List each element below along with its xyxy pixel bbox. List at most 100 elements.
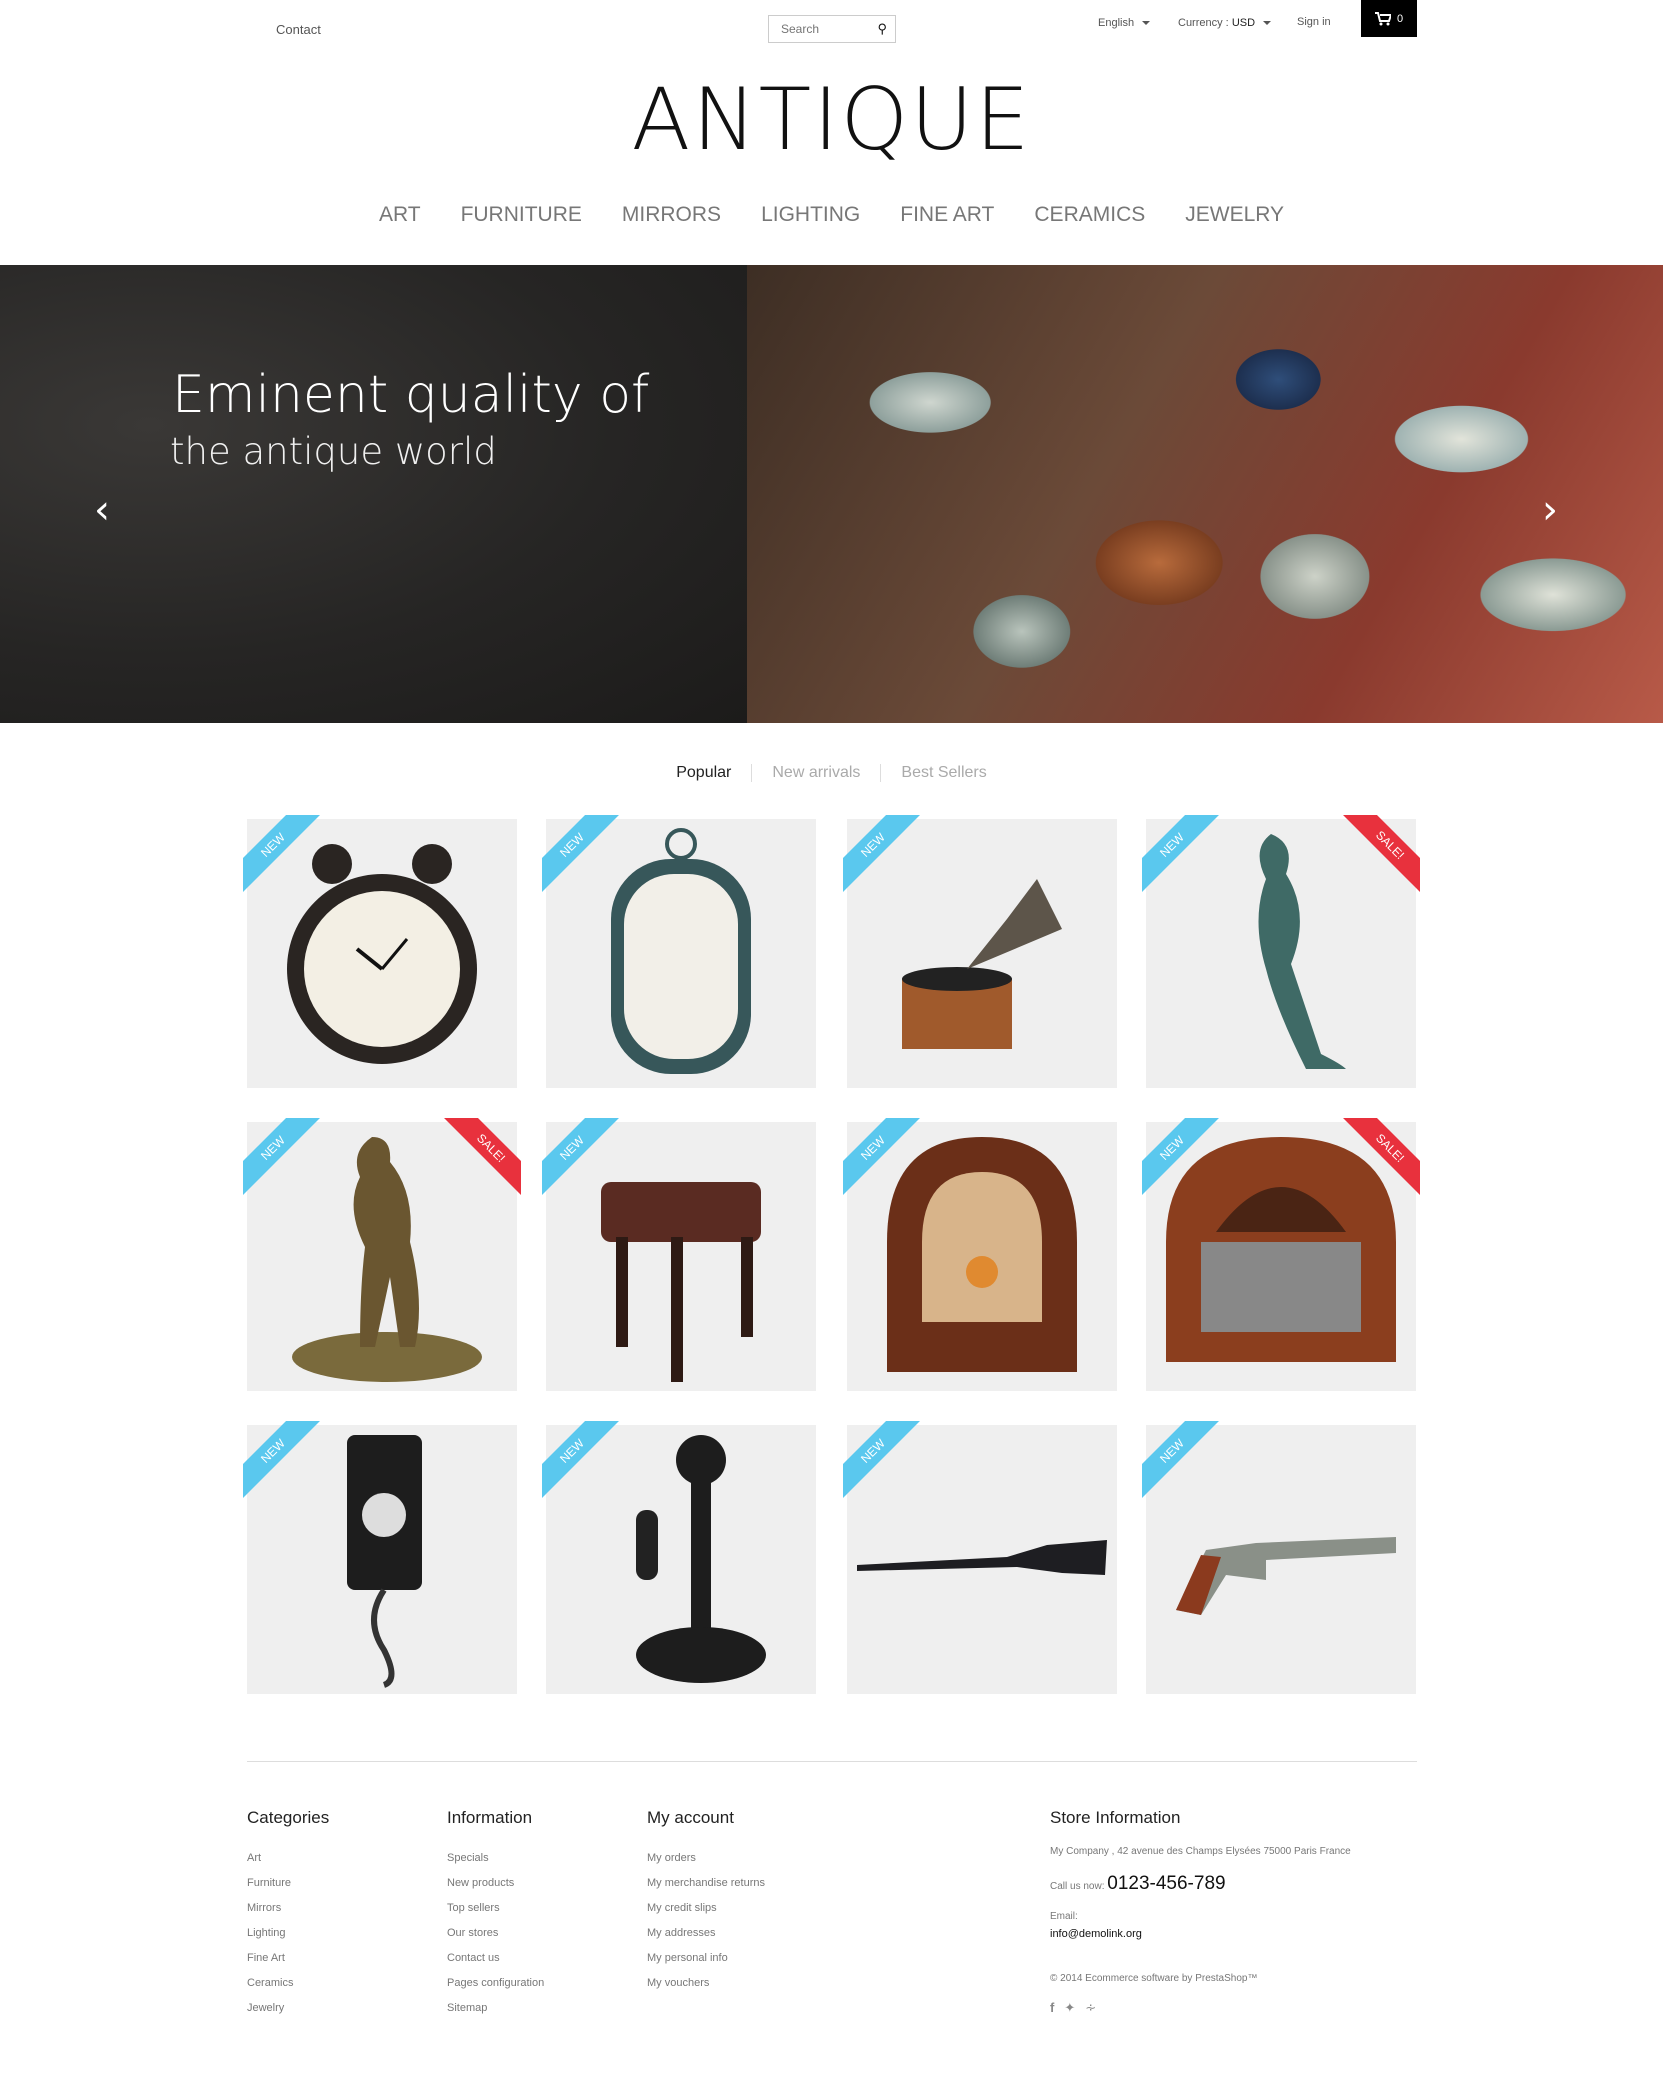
new-label: NEW (1142, 1118, 1227, 1203)
new-label: NEW (542, 1421, 627, 1506)
facebook-icon[interactable]: f (1050, 2000, 1054, 2016)
chevron-down-icon (1263, 21, 1272, 26)
footer-store-info: Store Information My Company , 42 avenue… (1050, 1808, 1351, 2016)
next-arrow-icon[interactable]: › (1542, 490, 1558, 530)
new-badge: NEW (243, 1421, 333, 1511)
footer-link[interactable]: Our stores (447, 1921, 544, 1946)
footer-link[interactable]: Fine Art (247, 1946, 329, 1971)
product-card[interactable]: NEW (843, 1421, 1117, 1694)
product-card[interactable]: NEW (542, 1118, 816, 1391)
footer-link[interactable]: Specials (447, 1846, 544, 1871)
currency-value: USD (1231, 17, 1256, 29)
twitter-icon[interactable]: ✦ (1064, 2000, 1075, 2016)
nav-lighting[interactable]: LIGHTING (761, 203, 860, 227)
footer-link[interactable]: My vouchers (647, 1971, 765, 1996)
tab-popular[interactable]: Popular (656, 764, 751, 782)
new-label: NEW (542, 1118, 627, 1203)
product-card[interactable]: NEW SALE! (1142, 1118, 1420, 1391)
store-address: My Company , 42 avenue des Champs Elysée… (1050, 1846, 1351, 1857)
nav-art[interactable]: ART (379, 203, 421, 227)
sale-label: SALE! (1335, 815, 1420, 900)
sign-in-link[interactable]: Sign in (1297, 16, 1331, 28)
site-logo[interactable]: ANTIQUE (0, 70, 1663, 170)
new-badge: NEW (1142, 1118, 1232, 1208)
footer-link[interactable]: Jewelry (247, 1996, 329, 2021)
prev-arrow-icon[interactable]: ‹ (94, 490, 110, 530)
store-email-link[interactable]: info@demolink.org (1050, 1922, 1351, 1947)
nav-jewelry[interactable]: JEWELRY (1185, 203, 1284, 227)
rss-icon[interactable]: ∻ (1085, 2000, 1096, 2016)
new-label: NEW (243, 1421, 328, 1506)
hero-subtitle: the antique world (170, 430, 497, 473)
footer-heading: Information (447, 1808, 533, 1827)
chevron-down-icon (1142, 21, 1151, 26)
new-label: NEW (843, 1421, 928, 1506)
footer-link[interactable]: Ceramics (247, 1971, 329, 1996)
product-card[interactable]: NEW (1142, 1421, 1416, 1694)
product-card[interactable]: NEW SALE! (1142, 815, 1420, 1088)
email-label: Email: (1050, 1911, 1078, 1922)
new-label: NEW (1142, 1421, 1227, 1506)
footer-link[interactable]: Lighting (247, 1921, 329, 1946)
hero-dark-panel (0, 265, 747, 723)
tab-best-sellers[interactable]: Best Sellers (881, 764, 1006, 782)
footer-link[interactable]: Sitemap (447, 1996, 544, 2021)
hero-slider: Eminent quality of the antique world ‹ › (0, 265, 1663, 723)
footer-link[interactable]: My addresses (647, 1921, 765, 1946)
hero-title: Eminent quality of (172, 365, 650, 425)
currency-selector[interactable]: Currency : USD (1178, 17, 1272, 29)
product-card[interactable]: NEW (243, 1421, 517, 1694)
footer-my-account: My account My orders My merchandise retur… (647, 1808, 765, 1996)
new-badge: NEW (1142, 815, 1232, 905)
footer-information: Information Specials New products Top sell… (447, 1808, 544, 2021)
footer-heading: My account (647, 1808, 734, 1827)
footer-link[interactable]: New products (447, 1871, 544, 1896)
product-card[interactable]: NEW SALE! (243, 1118, 521, 1391)
new-badge: NEW (542, 1421, 632, 1511)
nav-furniture[interactable]: FURNITURE (461, 203, 582, 227)
store-phone: 0123-456-789 (1107, 1873, 1226, 1894)
product-card[interactable]: NEW (243, 815, 517, 1088)
search-icon[interactable]: ⚲ (877, 21, 887, 37)
new-badge: NEW (542, 1118, 632, 1208)
search-input[interactable] (769, 16, 869, 42)
new-label: NEW (243, 1118, 328, 1203)
contact-link[interactable]: Contact (276, 22, 321, 37)
footer-link[interactable]: Mirrors (247, 1896, 329, 1921)
footer-link[interactable]: My personal info (647, 1946, 765, 1971)
sale-label: SALE! (436, 1118, 521, 1203)
nav-mirrors[interactable]: MIRRORS (622, 203, 721, 227)
new-label: NEW (843, 815, 928, 900)
social-links: f ✦ ∻ (1050, 2000, 1351, 2016)
cart-icon (1374, 11, 1391, 25)
product-card[interactable]: NEW (542, 1421, 816, 1694)
footer-link[interactable]: My credit slips (647, 1896, 765, 1921)
new-badge: NEW (243, 815, 333, 905)
hero-image-ceramics (747, 265, 1663, 723)
tab-new-arrivals[interactable]: New arrivals (752, 764, 880, 782)
footer-link[interactable]: My orders (647, 1846, 765, 1871)
footer-link[interactable]: Furniture (247, 1871, 329, 1896)
new-label: NEW (243, 815, 328, 900)
product-card[interactable]: NEW (843, 815, 1117, 1088)
footer-divider (247, 1761, 1417, 1762)
footer-link[interactable]: Contact us (447, 1946, 544, 1971)
product-card[interactable]: NEW (843, 1118, 1117, 1391)
footer-link[interactable]: Art (247, 1846, 329, 1871)
nav-ceramics[interactable]: CERAMICS (1034, 203, 1145, 227)
language-label: English (1098, 17, 1135, 29)
footer-link[interactable]: Top sellers (447, 1896, 544, 1921)
search-box: ⚲ (768, 15, 896, 43)
new-label: NEW (542, 815, 627, 900)
footer-categories: Categories Art Furniture Mirrors Lighting Fi… (247, 1808, 329, 2021)
footer-heading: Categories (247, 1808, 330, 1827)
language-selector[interactable]: English (1098, 17, 1151, 29)
new-badge: NEW (843, 1118, 933, 1208)
nav-fine-art[interactable]: FINE ART (900, 203, 994, 227)
product-card[interactable]: NEW (542, 815, 816, 1088)
new-badge: NEW (843, 1421, 933, 1511)
new-badge: NEW (1142, 1421, 1232, 1511)
footer-link[interactable]: My merchandise returns (647, 1871, 765, 1896)
cart-button[interactable]: 0 (1361, 0, 1417, 37)
footer-link[interactable]: Pages configuration (447, 1971, 544, 1996)
